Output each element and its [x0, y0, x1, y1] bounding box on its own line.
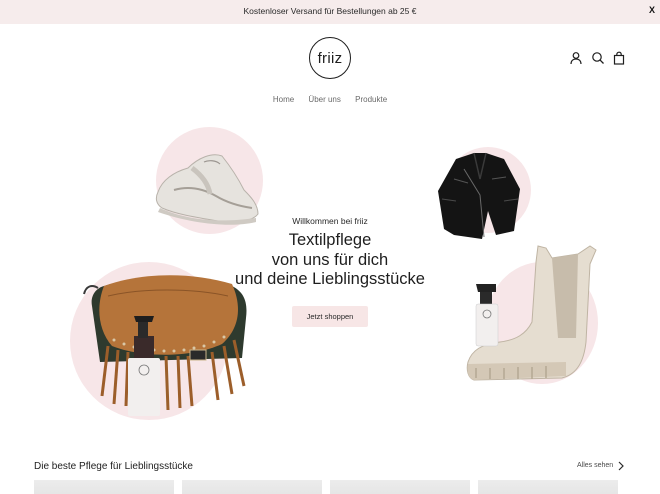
chevron-right-icon[interactable]	[617, 461, 625, 471]
user-icon[interactable]	[569, 51, 583, 65]
jacket-image	[438, 152, 520, 239]
hero-title-line: und deine Lieblingsstücke	[235, 270, 425, 288]
nav-item-home[interactable]: Home	[273, 95, 294, 104]
product-image	[34, 480, 174, 494]
product-card[interactable]	[478, 480, 618, 494]
product-card[interactable]	[330, 480, 470, 494]
close-announcement-button[interactable]: X	[649, 5, 655, 15]
section-title: Die beste Pflege für Lieblingsstücke	[34, 461, 193, 472]
main-nav: Home Über uns Produkte	[0, 95, 660, 104]
nav-item-about[interactable]: Über uns	[308, 95, 340, 104]
product-image	[182, 480, 322, 494]
hero-title-line: von uns für dich	[271, 250, 389, 269]
logo[interactable]: friiz	[309, 37, 351, 79]
logo-text: friiz	[317, 49, 343, 67]
announcement-bar: Kostenloser Versand für Bestellungen ab …	[0, 0, 660, 24]
product-image	[478, 480, 618, 494]
hero-welcome-text: Willkommen bei friiz	[292, 216, 368, 226]
hero-title-line: Textilpflege	[288, 231, 372, 249]
see-all-link[interactable]: Alles sehen	[577, 462, 613, 469]
shop-now-button[interactable]: Jetzt shoppen	[292, 306, 368, 327]
product-card[interactable]	[182, 480, 322, 494]
hero-title: Textilpflege von uns für dich und deine …	[0, 231, 660, 290]
product-image	[330, 480, 470, 494]
nav-item-products[interactable]: Produkte	[355, 95, 387, 104]
search-icon[interactable]	[591, 51, 605, 65]
product-card[interactable]	[34, 480, 174, 494]
cart-icon[interactable]	[612, 51, 626, 65]
announcement-text: Kostenloser Versand für Bestellungen ab …	[243, 6, 417, 16]
